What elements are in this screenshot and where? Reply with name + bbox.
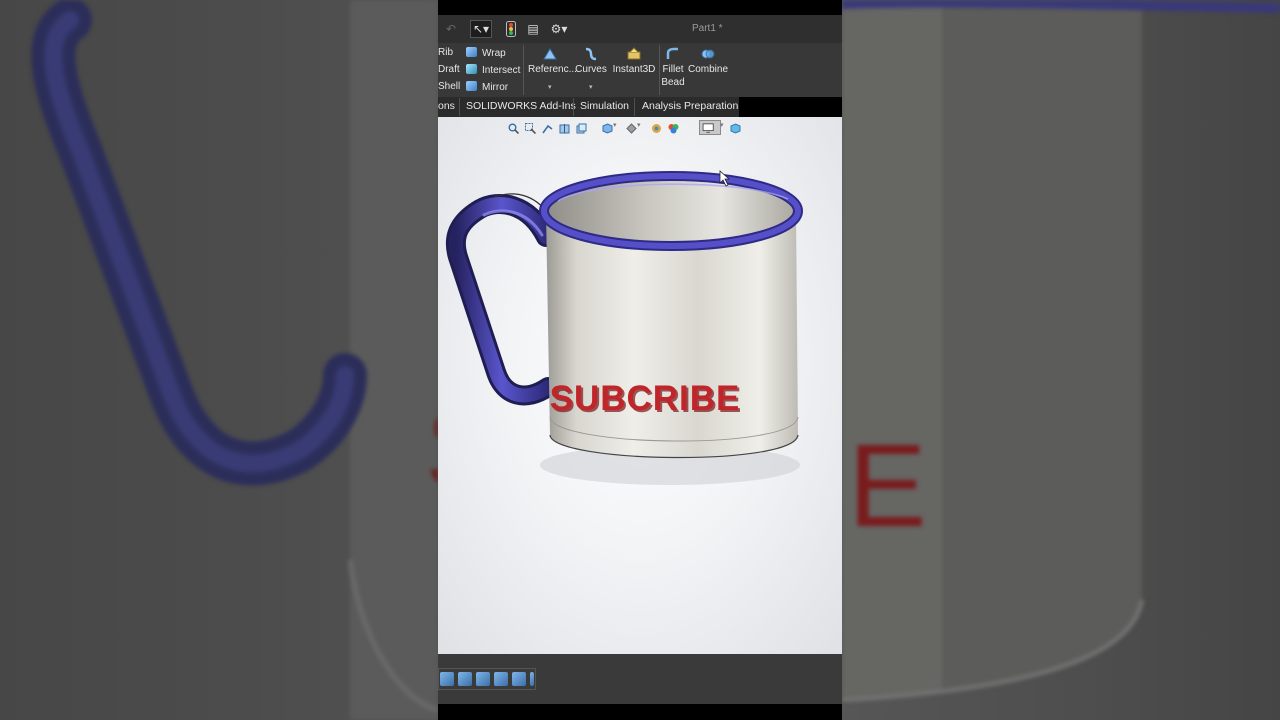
reference-geometry-icon xyxy=(543,48,557,60)
fillet-bead-icon xyxy=(666,47,678,59)
tab-divider xyxy=(459,98,460,116)
curves-dropdown-icon[interactable]: ▾ xyxy=(589,83,593,91)
svg-text:S: S xyxy=(425,382,438,516)
shell-label: Shell xyxy=(438,81,461,92)
mirror-button[interactable]: Mirror xyxy=(466,81,508,93)
reference-geometry-button[interactable]: Referenc... xyxy=(528,47,577,76)
gear-icon[interactable]: ⚙▾ xyxy=(546,20,572,38)
document-title: Part1 * xyxy=(692,23,723,34)
tab-simulation[interactable]: Simulation xyxy=(580,97,629,117)
quick-access-toolbar: ↶ ↖▾ ▤ ⚙▾ Part1 * xyxy=(438,15,842,43)
mate-tool-icon[interactable] xyxy=(494,672,508,686)
sketch-tool-icon[interactable] xyxy=(458,672,472,686)
tab-analysis-preparation[interactable]: Analysis Preparation xyxy=(642,97,738,117)
combine-button[interactable]: Combine xyxy=(687,47,729,76)
rib-label: Rib xyxy=(438,47,454,58)
wrap-label: Wrap xyxy=(482,48,506,59)
mirror-tool-icon[interactable] xyxy=(512,672,526,686)
tab-partial[interactable]: ons xyxy=(438,97,455,117)
combine-icon xyxy=(701,49,715,59)
view-cube-icon[interactable] xyxy=(440,672,454,686)
tab-solidworks-addins[interactable]: SOLIDWORKS Add-Ins xyxy=(466,97,576,117)
intersect-label: Intersect xyxy=(482,65,521,76)
blurred-mug-handle: S xyxy=(31,0,438,720)
reference-label: Referenc... xyxy=(528,64,577,75)
instant3d-label: Instant3D xyxy=(612,64,656,75)
command-ribbon: Rib Draft Shell Wrap Intersect Mirror Re… xyxy=(438,43,842,97)
blurred-backdrop-right: E xyxy=(842,0,1280,720)
rib-button[interactable]: Rib xyxy=(438,47,453,58)
file-list-icon[interactable]: ▤ xyxy=(526,20,540,38)
wrap-icon xyxy=(466,47,477,57)
fillet-label: Fillet xyxy=(662,64,684,75)
ribbon-separator xyxy=(523,45,524,95)
curves-button[interactable]: Curves xyxy=(575,47,607,76)
fillet-bead-button[interactable]: Fillet Bead xyxy=(660,47,686,89)
combine-label: Combine xyxy=(687,64,729,75)
blurred-embossed-letter: E xyxy=(848,420,927,552)
wrap-button[interactable]: Wrap xyxy=(466,47,506,59)
graphics-viewport[interactable]: ▾ ▾ ▾ SUBCRIBE SUBCRIBE xyxy=(438,117,842,654)
measure-tool-icon[interactable] xyxy=(476,672,490,686)
mirror-icon xyxy=(466,81,477,91)
draft-label: Draft xyxy=(438,64,460,75)
intersect-icon xyxy=(466,64,477,74)
shell-button[interactable]: Shell xyxy=(438,81,460,92)
tab-divider xyxy=(634,98,635,116)
draft-button[interactable]: Draft xyxy=(438,64,460,75)
bead-label: Bead xyxy=(661,77,685,88)
mirror-label: Mirror xyxy=(482,82,509,93)
blurred-backdrop-left: S xyxy=(0,0,438,720)
bottom-toolbar xyxy=(438,654,842,704)
tab-divider xyxy=(573,98,574,116)
select-arrow-icon[interactable]: ↖▾ xyxy=(470,20,492,38)
reference-dropdown-icon[interactable]: ▾ xyxy=(548,83,552,91)
instant3d-icon xyxy=(627,47,641,60)
intersect-button[interactable]: Intersect xyxy=(466,64,520,76)
blurred-mug-body xyxy=(842,0,1280,702)
solidworks-window: ↶ ↖▾ ▤ ⚙▾ Part1 * Rib Draft Shell Wrap I… xyxy=(438,0,842,720)
curves-label: Curves xyxy=(575,64,607,75)
overflow-icon[interactable] xyxy=(530,672,534,686)
undo-icon[interactable]: ↶ xyxy=(442,20,460,38)
instant3d-button[interactable]: Instant3D xyxy=(612,47,656,76)
command-manager-tabs: ons SOLIDWORKS Add-Ins Simulation Analys… xyxy=(438,97,739,117)
mug-model[interactable]: SUBCRIBE SUBCRIBE xyxy=(438,117,842,654)
traffic-light-icon[interactable] xyxy=(504,20,518,38)
curves-icon xyxy=(585,47,597,61)
embossed-text: SUBCRIBE xyxy=(550,379,741,418)
